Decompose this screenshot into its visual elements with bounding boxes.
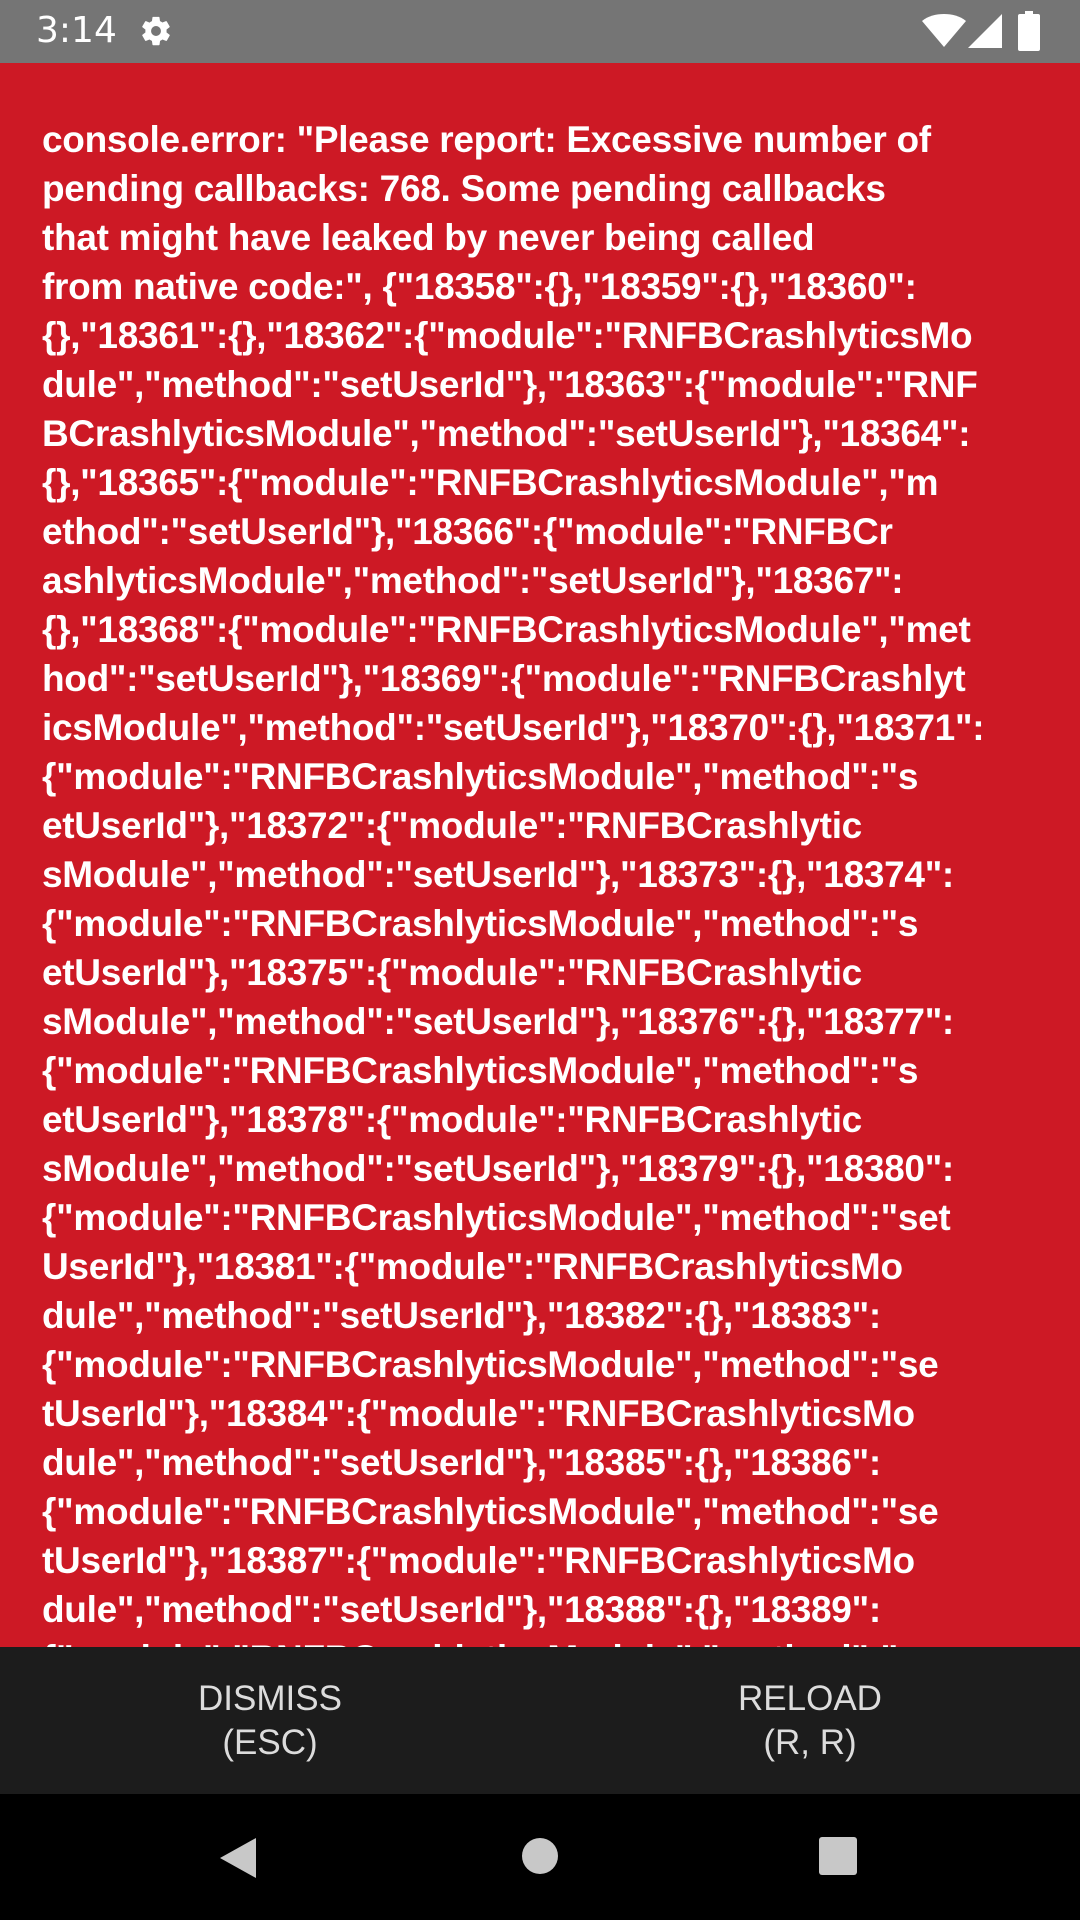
error-message-text: console.error: "Please report: Excessive…	[42, 119, 985, 1647]
screen: 3:14 console.error: "Please report: Exce…	[0, 0, 1080, 1920]
error-message-panel[interactable]: console.error: "Please report: Excessive…	[0, 63, 1080, 1647]
nav-recents-icon[interactable]	[818, 1836, 858, 1876]
nav-back-icon[interactable]	[216, 1836, 260, 1880]
dismiss-button[interactable]: DISMISS (ESC)	[0, 1647, 540, 1794]
nav-home-icon[interactable]	[520, 1836, 560, 1876]
wifi-icon	[922, 14, 966, 47]
signal-icon	[968, 14, 1002, 48]
reload-button[interactable]: RELOAD (R, R)	[540, 1647, 1080, 1794]
error-actions-bar: DISMISS (ESC) RELOAD (R, R)	[0, 1647, 1080, 1794]
gear-icon	[142, 16, 170, 46]
reload-shortcut: (R, R)	[763, 1722, 857, 1762]
reload-label: RELOAD	[738, 1678, 882, 1718]
status-time: 3:14	[36, 10, 117, 51]
status-bar: 3:14	[0, 0, 1080, 63]
dismiss-shortcut: (ESC)	[222, 1722, 318, 1762]
dismiss-label: DISMISS	[198, 1678, 342, 1718]
battery-icon	[1018, 11, 1040, 51]
